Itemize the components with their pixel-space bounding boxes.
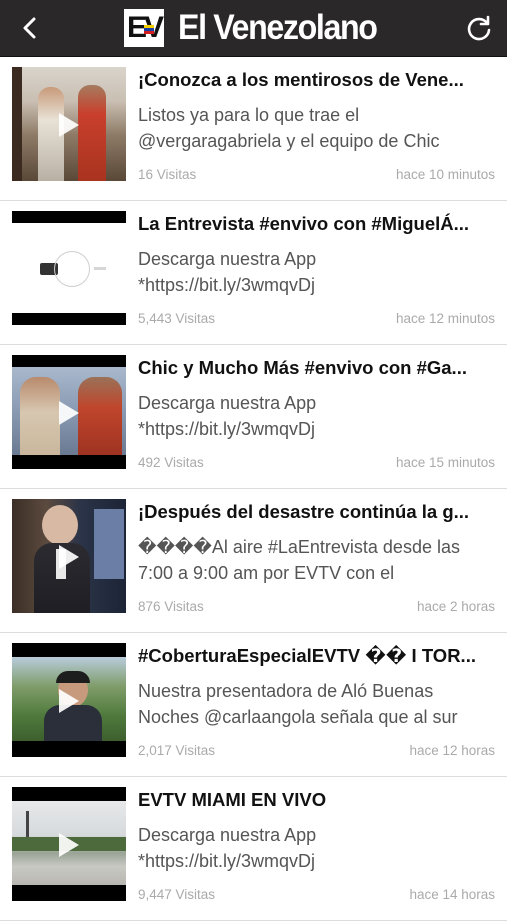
play-icon xyxy=(59,833,79,857)
video-thumbnail[interactable] xyxy=(12,355,126,469)
timestamp: hace 10 minutos xyxy=(395,167,495,182)
video-list-item[interactable]: EVTV MIAMI EN VIVO Descarga nuestra App … xyxy=(0,777,507,921)
view-count: 876 Visitas xyxy=(138,599,204,614)
video-description: Listos ya para lo que trae el @vergaraga… xyxy=(138,105,440,151)
video-description: Descarga nuestra App *https://bit.ly/3wm… xyxy=(138,249,317,295)
view-count: 16 Visitas xyxy=(138,167,197,182)
video-thumbnail[interactable] xyxy=(12,211,126,325)
app-header: EV El Venezolano xyxy=(0,0,507,57)
video-title[interactable]: EVTV MIAMI EN VIVO xyxy=(138,788,496,812)
video-title[interactable]: ¡Después del desastre continúa la g... xyxy=(138,500,496,524)
play-icon xyxy=(59,113,79,137)
video-title[interactable]: ¡Conozca a los mentirosos de Vene... xyxy=(138,68,496,92)
video-description: ����Al aire #LaEntrevista desde las 7:00… xyxy=(138,537,460,583)
timestamp: hace 15 minutos xyxy=(395,455,495,470)
video-list-item[interactable]: ¡Después del desastre continúa la g... �… xyxy=(0,489,507,633)
timestamp: hace 2 horas xyxy=(416,599,495,614)
back-button[interactable] xyxy=(10,8,50,48)
view-count: 492 Visitas xyxy=(138,455,204,470)
video-thumbnail[interactable] xyxy=(12,643,126,757)
video-description: Descarga nuestra App *https://bit.ly/3wm… xyxy=(138,393,317,439)
timestamp: hace 12 horas xyxy=(409,743,495,758)
video-title[interactable]: Chic y Mucho Más #envivo con #Ga... xyxy=(138,356,496,380)
video-list-item[interactable]: Chic y Mucho Más #envivo con #Ga... Desc… xyxy=(0,345,507,489)
play-icon xyxy=(59,689,79,713)
play-icon xyxy=(59,545,79,569)
play-icon xyxy=(59,401,79,425)
chevron-left-icon xyxy=(23,17,36,39)
video-thumbnail[interactable] xyxy=(12,499,126,613)
video-feed: ¡Conozca a los mentirosos de Vene... Lis… xyxy=(0,57,507,921)
timestamp: hace 12 minutos xyxy=(395,311,495,326)
refresh-button[interactable] xyxy=(459,8,499,48)
logo-mark: EV xyxy=(124,9,164,47)
video-description: Nuestra presentadora de Aló Buenas Noche… xyxy=(138,681,458,727)
refresh-icon xyxy=(467,15,491,41)
venezuela-flag-icon xyxy=(144,25,154,34)
video-thumbnail[interactable] xyxy=(12,67,126,181)
app-title: El Venezolano xyxy=(178,8,378,47)
view-count: 2,017 Visitas xyxy=(138,743,216,758)
video-list-item[interactable]: La Entrevista #envivo con #MiguelÁ... De… xyxy=(0,201,507,345)
video-description: Descarga nuestra App *https://bit.ly/3wm… xyxy=(138,825,317,871)
video-thumbnail[interactable] xyxy=(12,787,126,901)
app-logo: EV El Venezolano xyxy=(124,8,394,48)
video-list-item[interactable]: ¡Conozca a los mentirosos de Vene... Lis… xyxy=(0,57,507,201)
video-title[interactable]: La Entrevista #envivo con #MiguelÁ... xyxy=(138,212,496,236)
video-title[interactable]: #CoberturaEspecialEVTV �� I TOR... xyxy=(138,644,496,668)
video-list-item[interactable]: #CoberturaEspecialEVTV �� I TOR... Nuest… xyxy=(0,633,507,777)
view-count: 5,443 Visitas xyxy=(138,311,216,326)
